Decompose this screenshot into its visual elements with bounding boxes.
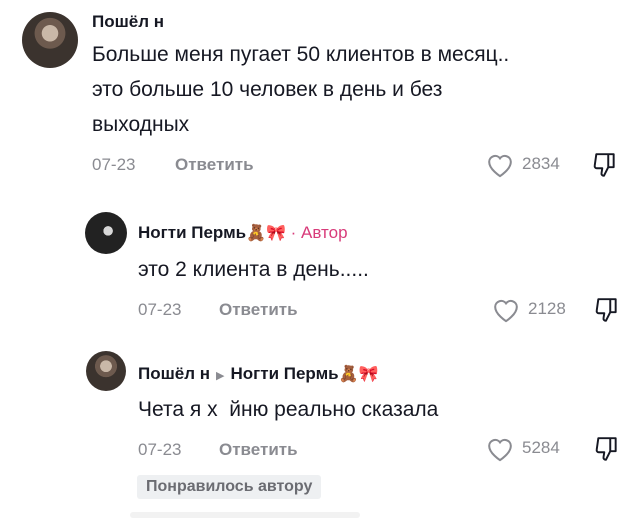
like-count: 2834: [522, 154, 560, 173]
reply-to-username: Ногти Пермь: [230, 364, 339, 383]
comment-date: 07-23: [138, 300, 182, 319]
comment-2: Ногти Пермь🧸🎀 · Автор это 2 клиента в де…: [0, 195, 640, 335]
heart-outline-icon: [494, 299, 518, 323]
comment-text: Чета я х йню реально сказала: [138, 398, 439, 421]
scroll-edge: [130, 512, 360, 518]
like-button[interactable]: 2834: [484, 150, 560, 178]
like-count: 2128: [528, 299, 566, 318]
comment-date: 07-23: [138, 440, 182, 459]
author-tag: · Автор: [285, 223, 348, 242]
comment-text: Больше меня пугает 50 клиентов в месяц..…: [92, 37, 632, 142]
author-avatar[interactable]: [85, 212, 127, 254]
like-button[interactable]: 2128: [490, 295, 566, 323]
like-count: 5284: [522, 438, 560, 457]
heart-outline-icon: [488, 154, 512, 178]
reply-button[interactable]: Ответить: [219, 440, 298, 460]
dislike-button[interactable]: [592, 150, 618, 185]
play-arrow-icon: ▶: [216, 370, 225, 382]
comment-username[interactable]: Пошёл н: [92, 12, 164, 32]
like-button[interactable]: 5284: [484, 434, 560, 462]
liked-by-author-badge: Понравилось автору: [137, 475, 322, 499]
user-avatar[interactable]: [22, 12, 78, 68]
reply-button[interactable]: Ответить: [175, 155, 254, 175]
dislike-button[interactable]: [594, 434, 620, 469]
comment-3: Пошёл н ▶ Ногти Пермь🧸🎀 Чета я х йню реаль…: [0, 335, 640, 521]
heart-outline-icon: [488, 438, 512, 462]
comment-text-line: выходных: [92, 113, 190, 136]
dislike-button[interactable]: [594, 295, 620, 330]
comment-1: Пошёл н Больше меня пугает 50 клиентов в…: [0, 0, 640, 195]
comment-text-line: это больше 10 человек в день и без: [92, 78, 443, 101]
username-text: Пошёл н: [138, 364, 211, 383]
reply-button[interactable]: Ответить: [219, 300, 298, 320]
user-avatar[interactable]: [86, 351, 126, 391]
username-text: Ногти Пермь: [138, 223, 247, 242]
thumbs-down-icon: [595, 298, 617, 322]
thumbs-down-icon: [595, 437, 617, 461]
comment-text: это 2 клиента в день.....: [138, 258, 369, 281]
username-emoji: 🧸🎀: [246, 225, 286, 242]
comment-username[interactable]: Пошёл н ▶ Ногти Пермь🧸🎀: [138, 364, 378, 384]
comment-username[interactable]: Ногти Пермь🧸🎀 · Автор: [138, 223, 348, 243]
username-emoji: 🧸🎀: [338, 366, 379, 383]
comment-text-line: Больше меня пугает 50 клиентов в месяц..: [92, 43, 510, 66]
comment-date: 07-23: [92, 155, 136, 174]
thumbs-down-icon: [593, 153, 615, 177]
